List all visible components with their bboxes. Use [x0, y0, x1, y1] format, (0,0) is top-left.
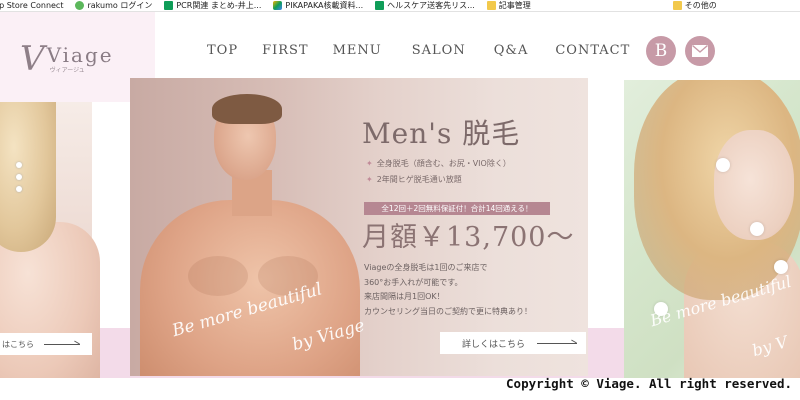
flower-decoration: [716, 158, 730, 172]
bookmark-pcr-matome[interactable]: PCR関連 まとめ-井上...: [164, 1, 261, 11]
feature-text: 2年間ヒゲ脱毛通い放題: [376, 175, 462, 184]
main-nav: TOP FIRST MENU SALON Q&A CONTACT: [207, 43, 630, 59]
bookmark-label: その他の: [684, 0, 717, 10]
monthly-price: 月額￥13,700～: [362, 222, 575, 253]
bullet-star-icon: ✦: [366, 175, 373, 184]
nav-contact[interactable]: CONTACT: [555, 43, 630, 59]
slide-next[interactable]: Be more beautiful by V: [624, 80, 800, 378]
offer-tag: 全12回＋2回無料保証付！合計14回通える！: [364, 202, 550, 215]
slide-description: Viageの全身脱毛は1回のご来店で 360°お手入れが可能です。 来店間隔は月…: [364, 261, 532, 319]
folder-icon: [486, 1, 496, 10]
rakumo-icon: [75, 1, 85, 10]
bullet-star-icon: ✦: [366, 159, 373, 168]
details-button[interactable]: 詳しくはこちら: [440, 332, 586, 354]
nav-first[interactable]: FIRST: [262, 43, 309, 59]
slide-mens-hair-removal[interactable]: Men's 脱毛 ✦ 全身脱毛（顔含む、お尻・VIO除く） ✦ 2年間ヒゲ脱毛通…: [130, 78, 588, 376]
bookmark-label: rakumo ログイン: [87, 0, 153, 10]
button-label: 詳しくはこちら: [462, 339, 526, 350]
feature-text: 全身脱毛（顔含む、お尻・VIO除く）: [376, 159, 511, 168]
bookmarks-bar: pp Store Connect rakumo ログイン PCR関連 まとめ-井…: [0, 0, 800, 12]
nav-top[interactable]: TOP: [207, 43, 238, 59]
bookmark-pikapaka[interactable]: PIKAPAKA核載資料...: [273, 1, 363, 11]
bookmark-label: PCR関連 まとめ-井上...: [176, 0, 262, 10]
site-logo[interactable]: V Viage ヴィアージュ: [20, 39, 114, 79]
sheets-icon: [375, 1, 385, 10]
feature-bullet: ✦ 全身脱毛（顔含む、お尻・VIO除く）: [366, 158, 511, 169]
description-line: Viageの全身脱毛は1回のご来店で: [364, 263, 488, 272]
blog-button[interactable]: B: [646, 36, 676, 66]
bookmark-label: pp Store Connect: [0, 0, 64, 10]
bookmark-label: ヘルスケア送客先リス...: [387, 0, 475, 10]
logo-text-group: Viage ヴィアージュ: [47, 45, 114, 74]
arrow-right-icon: [44, 343, 80, 345]
flower-decoration: [750, 222, 764, 236]
copyright-text: Copyright © Viage. All right reserved.: [506, 376, 792, 391]
arrow-right-icon: [537, 342, 578, 344]
bookmark-rakumo[interactable]: rakumo ログイン: [75, 1, 152, 11]
model-hair: [0, 102, 56, 252]
button-label: はこちら: [2, 339, 34, 349]
mail-button[interactable]: [685, 36, 715, 66]
description-line: 来店間隔は月1回OK！: [364, 292, 445, 301]
pearl-earring: [14, 162, 24, 242]
bookmark-label: 記事管理: [498, 0, 531, 10]
bookmark-article-admin[interactable]: 記事管理: [486, 0, 531, 11]
description-line: 360°お手入れが可能です。: [364, 277, 463, 287]
folder-icon: [672, 1, 682, 10]
mail-icon: [692, 42, 708, 61]
logo-mark: V: [20, 39, 45, 79]
bookmark-other[interactable]: その他の: [672, 0, 717, 11]
blog-icon: B: [654, 41, 668, 61]
nav-qa[interactable]: Q&A: [494, 43, 529, 59]
bookmark-healthcare-list[interactable]: ヘルスケア送客先リス...: [375, 1, 475, 11]
logo-word: Viage: [46, 42, 114, 67]
nav-salon[interactable]: SALON: [412, 43, 466, 59]
description-line: カウンセリング当日のご契約で更に特典あり！: [364, 306, 532, 316]
slide-previous-detail-button[interactable]: はこちら: [0, 333, 92, 355]
drive-icon: [273, 1, 283, 10]
bookmark-label: PIKAPAKA核載資料...: [285, 0, 364, 10]
feature-bullet: ✦ 2年間ヒゲ脱毛通い放題: [366, 174, 462, 185]
nav-menu[interactable]: MENU: [333, 43, 382, 59]
bookmark-app-store-connect[interactable]: pp Store Connect: [0, 1, 63, 11]
slide-title: Men's 脱毛: [362, 117, 521, 150]
screenshot: pp Store Connect rakumo ログイン PCR関連 まとめ-井…: [0, 0, 800, 400]
sheets-icon: [164, 1, 174, 10]
logo-subtitle: ヴィアージュ: [49, 66, 85, 74]
